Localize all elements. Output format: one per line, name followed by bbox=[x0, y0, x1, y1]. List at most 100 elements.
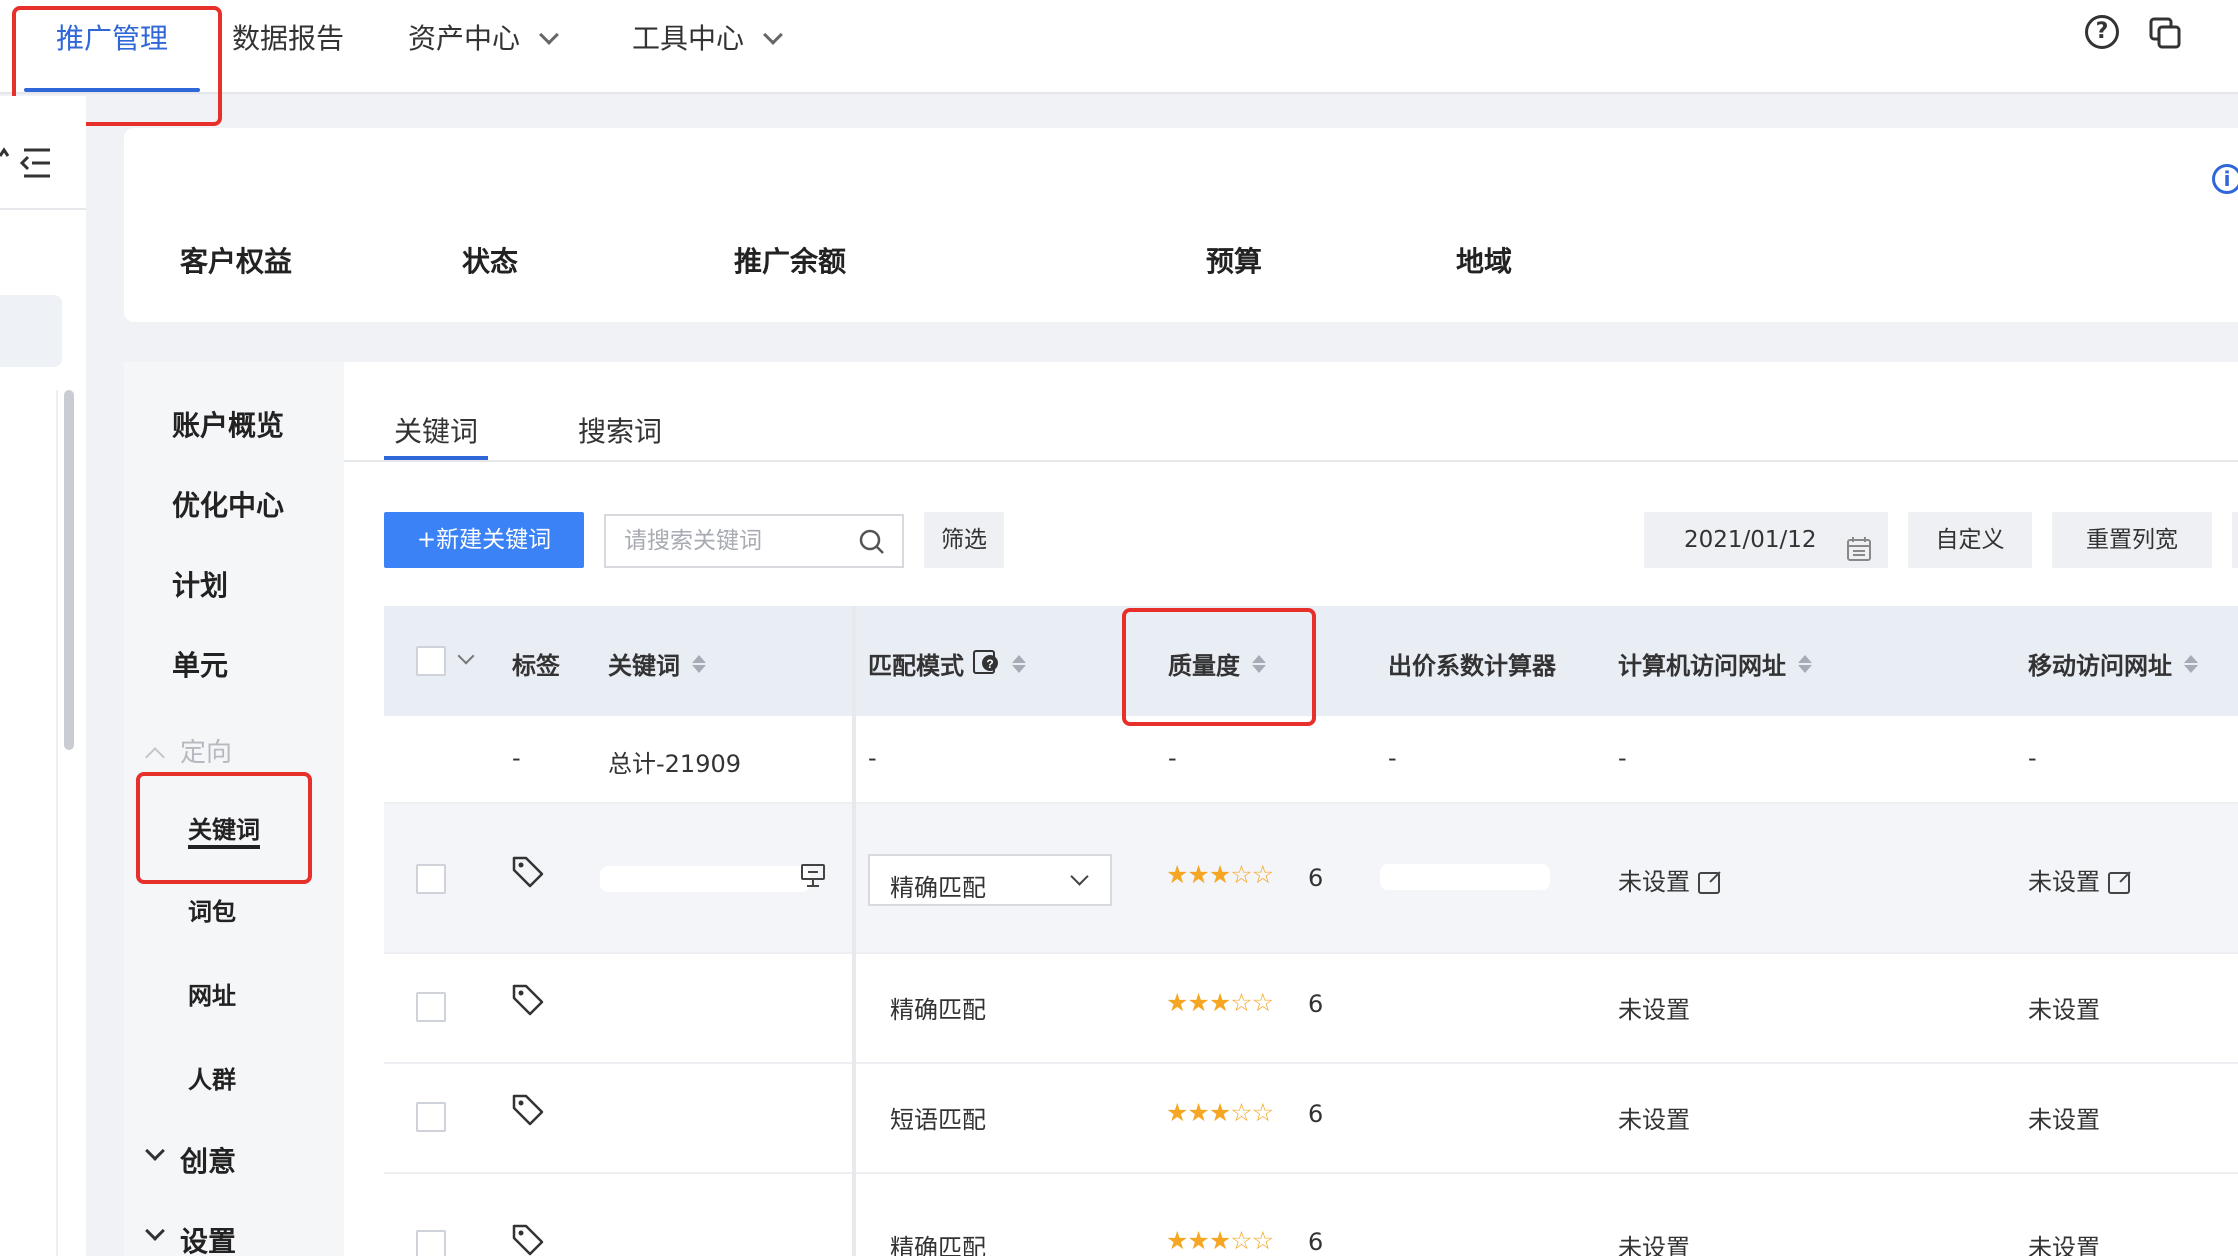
quality-score: 6 bbox=[1308, 990, 1324, 1018]
calendar-icon bbox=[1846, 527, 1872, 583]
subnav-creative-group[interactable]: 创意 bbox=[145, 1140, 237, 1180]
match-mode-select[interactable]: 精确匹配 bbox=[868, 854, 1112, 906]
row-checkbox[interactable] bbox=[416, 864, 446, 894]
chevron-down-icon bbox=[1070, 867, 1089, 886]
top-tab-asset-center[interactable]: 资产中心 bbox=[408, 16, 559, 62]
collapse-menu-icon[interactable] bbox=[0, 146, 56, 180]
redacted-bid bbox=[1380, 864, 1550, 890]
top-tab-label: 数据报告 bbox=[232, 22, 345, 55]
summary-label-budget: 预算 bbox=[1206, 245, 1263, 278]
keyword-search-box bbox=[604, 514, 904, 568]
rail-scrollbar[interactable] bbox=[64, 390, 74, 750]
column-header-mobile-url[interactable]: 移动访问网址 bbox=[2028, 646, 2198, 681]
row-checkbox[interactable] bbox=[416, 1102, 446, 1132]
total-keyword: 总计-21909 bbox=[608, 750, 742, 778]
account-summary-card bbox=[124, 128, 2238, 322]
customize-columns-button[interactable]: 自定义 bbox=[1908, 512, 2032, 568]
subnav-settings-group[interactable]: 设置 bbox=[145, 1220, 236, 1256]
subnav-item-account-overview[interactable]: 账户概览 bbox=[172, 404, 284, 444]
summary-label-status: 状态 bbox=[462, 245, 519, 278]
total-match: - bbox=[868, 744, 877, 772]
summary-label-balance: 推广余额 bbox=[734, 245, 847, 278]
redacted-keyword bbox=[600, 866, 810, 892]
question-doc-icon[interactable]: ? bbox=[972, 647, 1000, 681]
top-tab-label: 工具中心 bbox=[632, 22, 745, 55]
mobile-url-value: 未设置 bbox=[2028, 996, 2100, 1024]
mobile-url-value: 未设置 bbox=[2028, 1106, 2100, 1134]
subnav-item-audience[interactable]: 人群 bbox=[188, 1060, 236, 1095]
row-checkbox[interactable] bbox=[416, 992, 446, 1022]
svg-text:?: ? bbox=[986, 657, 993, 671]
pc-url-value: 未设置 bbox=[1618, 1106, 1690, 1134]
match-mode-value: 精确匹配 bbox=[890, 874, 986, 902]
sort-icon[interactable] bbox=[692, 654, 706, 673]
quality-score: 6 bbox=[1308, 1100, 1324, 1128]
pc-url-value: 未设置 bbox=[1618, 996, 1690, 1024]
subnav-item-optimization-center[interactable]: 优化中心 bbox=[172, 484, 284, 524]
subnav-creative-label: 创意 bbox=[180, 1145, 237, 1178]
select-all-checkbox[interactable] bbox=[416, 646, 446, 676]
search-icon[interactable] bbox=[858, 528, 886, 560]
tag-icon[interactable] bbox=[510, 1092, 546, 1132]
edit-icon[interactable] bbox=[1698, 872, 1720, 894]
reset-column-width-button[interactable]: 重置列宽 bbox=[2052, 512, 2212, 568]
column-header-tag: 标签 bbox=[512, 646, 560, 681]
filter-button[interactable]: 筛选 bbox=[924, 512, 1004, 568]
subnav-targeting-label: 定向 bbox=[180, 738, 233, 768]
quality-score: 6 bbox=[1308, 1228, 1324, 1256]
new-keyword-button[interactable]: +新建关键词 bbox=[384, 512, 584, 568]
row-divider bbox=[384, 952, 2238, 954]
quality-stars: ★★★☆☆ bbox=[1166, 860, 1274, 889]
tab-keywords[interactable]: 关键词 bbox=[394, 410, 478, 450]
rail-divider bbox=[0, 208, 86, 210]
quality-stars: ★★★☆☆ bbox=[1166, 1226, 1274, 1255]
total-bid: - bbox=[1388, 744, 1397, 772]
mobile-url-value: 未设置 bbox=[2028, 1234, 2100, 1256]
highlight-box-keywords bbox=[136, 772, 312, 884]
column-header-bid-calculator: 出价系数计算器 bbox=[1388, 646, 1556, 681]
info-icon[interactable]: i bbox=[2212, 164, 2238, 194]
row-checkbox[interactable] bbox=[416, 1230, 446, 1256]
column-header-match-mode[interactable]: 匹配模式 ? bbox=[868, 646, 1026, 681]
subnav-targeting-group[interactable]: 定向 bbox=[145, 732, 233, 769]
sort-icon[interactable] bbox=[1012, 654, 1026, 673]
subnav-item-word-package[interactable]: 词包 bbox=[188, 892, 236, 927]
tag-icon[interactable] bbox=[510, 982, 546, 1022]
pc-url-value: 未设置 bbox=[1618, 868, 1690, 896]
total-pc-url: - bbox=[1618, 744, 1627, 772]
top-tab-data-report[interactable]: 数据报告 bbox=[232, 16, 344, 62]
tag-icon[interactable] bbox=[510, 854, 546, 894]
mobile-url-cell: 未设置 bbox=[2028, 862, 2130, 897]
edit-icon[interactable] bbox=[2108, 872, 2130, 894]
rail-track bbox=[56, 390, 58, 1256]
pc-url-cell: 未设置 bbox=[1618, 862, 1720, 897]
tab-search-terms[interactable]: 搜索词 bbox=[578, 410, 662, 450]
total-mobile-url: - bbox=[2028, 744, 2037, 772]
copy-window-icon[interactable] bbox=[2148, 16, 2182, 50]
column-header-label: 计算机访问网址 bbox=[1618, 652, 1786, 680]
chevron-down-icon bbox=[145, 1141, 165, 1161]
chevron-down-icon bbox=[145, 1221, 165, 1241]
keyword-detail-icon[interactable] bbox=[800, 862, 826, 892]
quality-score: 6 bbox=[1308, 864, 1324, 892]
match-mode-value: 精确匹配 bbox=[890, 1234, 986, 1256]
column-header-label: 标签 bbox=[512, 652, 560, 680]
match-mode-value: 精确匹配 bbox=[890, 996, 986, 1024]
column-header-pc-url[interactable]: 计算机访问网址 bbox=[1618, 646, 1812, 681]
sort-icon[interactable] bbox=[1798, 654, 1812, 673]
date-value: 2021/01/12 bbox=[1684, 527, 1817, 553]
subnav-item-unit[interactable]: 单元 bbox=[172, 644, 228, 684]
date-picker[interactable]: 2021/01/12 bbox=[1644, 512, 1888, 568]
tag-icon[interactable] bbox=[510, 1222, 546, 1256]
help-icon[interactable]: ? bbox=[2085, 15, 2119, 49]
sort-icon[interactable] bbox=[2184, 654, 2198, 673]
subnav-item-plan[interactable]: 计划 bbox=[172, 564, 228, 604]
column-header-keyword[interactable]: 关键词 bbox=[608, 646, 706, 681]
rail-active-item[interactable] bbox=[0, 295, 62, 367]
pc-url-value: 未设置 bbox=[1618, 1234, 1690, 1256]
toolbar-overflow-button[interactable] bbox=[2232, 512, 2238, 568]
top-tab-tool-center[interactable]: 工具中心 bbox=[632, 16, 783, 62]
keyword-search-input[interactable] bbox=[606, 516, 846, 566]
subnav-item-url[interactable]: 网址 bbox=[188, 976, 236, 1011]
total-tag: - bbox=[512, 744, 521, 772]
